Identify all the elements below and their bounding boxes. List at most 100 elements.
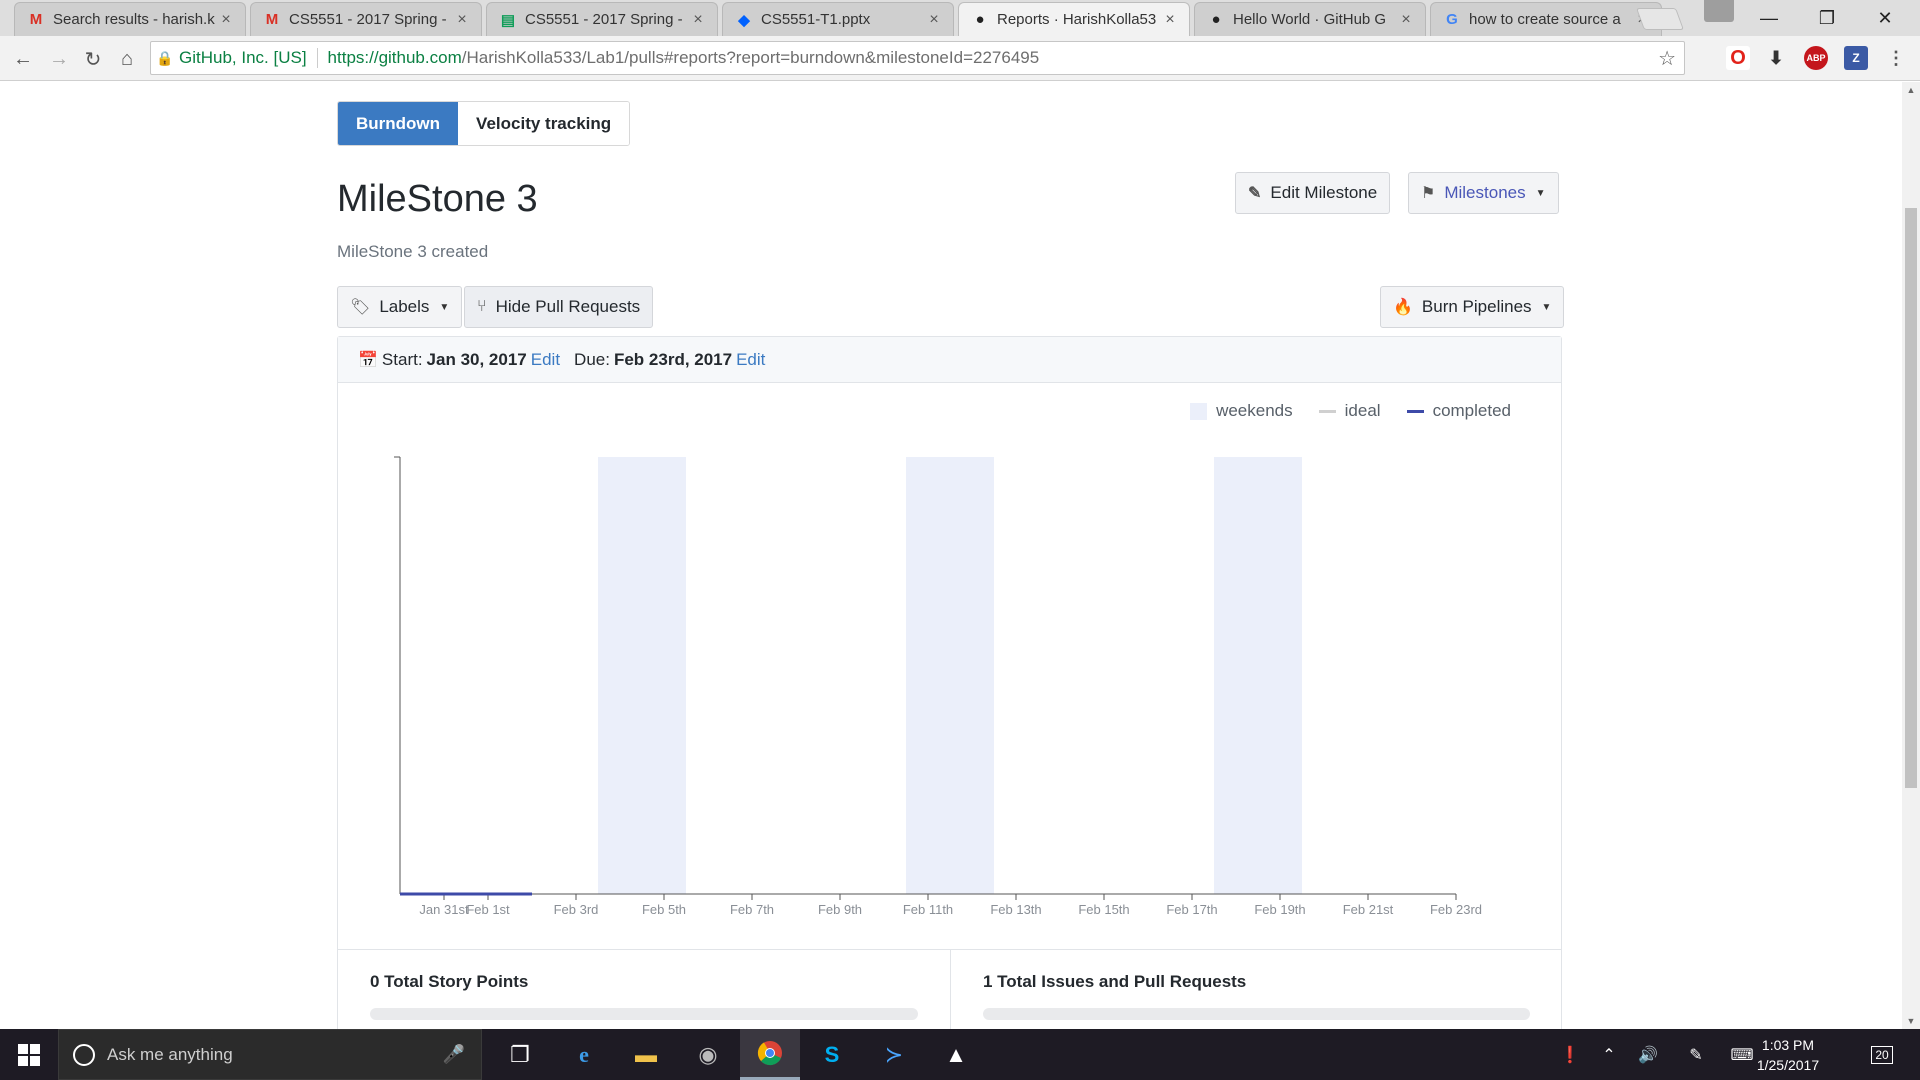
browser-tab[interactable]: M Search results - harish.k ×	[14, 2, 246, 36]
caret-down-icon: ▼	[1541, 301, 1552, 313]
report-tabs: Burndown Velocity tracking	[337, 101, 631, 146]
pen-icon[interactable]: ✎	[1678, 1029, 1714, 1080]
volume-icon[interactable]: 🔊	[1630, 1029, 1666, 1080]
notification-app-icon[interactable]: ❗	[1550, 1029, 1590, 1080]
close-tab-icon[interactable]: ×	[689, 11, 707, 29]
lock-icon: 🔒	[156, 49, 174, 66]
burndown-panel: 📅 Start: Jan 30, 2017 Edit Due: Feb 23rd…	[337, 336, 1562, 1029]
notification-count: 20	[1871, 1045, 1893, 1064]
scroll-up-icon[interactable]: ▲	[1902, 82, 1920, 98]
cortana-search-box[interactable]: Ask me anything 🎤	[58, 1029, 482, 1080]
x-tick-label: Feb 13th	[990, 902, 1041, 917]
labels-dropdown[interactable]: 🏷 Labels ▼	[337, 286, 463, 328]
edge-icon[interactable]: e	[554, 1029, 614, 1080]
milestones-dropdown[interactable]: ⚑ Milestones ▼	[1408, 172, 1559, 214]
page-content: Burndown Velocity tracking MileStone 3 M…	[0, 82, 1902, 1029]
browser-tab-title: Search results - harish.k	[53, 11, 215, 28]
close-tab-icon[interactable]: ×	[1397, 11, 1415, 29]
browser-tab-title: Hello World · GitHub G	[1233, 11, 1387, 28]
dropbox-icon: ◆	[738, 11, 750, 29]
signpost-icon: ⚑	[1421, 185, 1436, 202]
burn-pipelines-label: Burn Pipelines	[1421, 297, 1532, 316]
x-tick-label: Feb 19th	[1254, 902, 1305, 917]
adblock-icon[interactable]: ABP	[1804, 46, 1828, 70]
browser-tab-title: Reports · HarishKolla53	[997, 11, 1157, 28]
browser-tab[interactable]: M CS5551 - 2017 Spring - ×	[250, 2, 482, 36]
calendar-icon: 📅	[358, 351, 378, 369]
x-tick-label: Feb 1st	[466, 902, 510, 917]
download-extension-icon[interactable]: ⬇	[1764, 46, 1788, 70]
home-icon[interactable]: ⌂	[112, 44, 142, 74]
minimize-icon[interactable]: —	[1740, 0, 1798, 36]
x-tick-label: Feb 3rd	[554, 902, 599, 917]
browser-tab[interactable]: ● Hello World · GitHub G ×	[1194, 2, 1426, 36]
caret-down-icon: ▼	[1535, 187, 1546, 199]
edit-start-link[interactable]: Edit	[531, 350, 560, 370]
url-host: https://github.com	[327, 48, 462, 67]
chrome-menu-icon[interactable]: ⋮	[1884, 46, 1908, 70]
scroll-down-icon[interactable]: ▼	[1902, 1013, 1920, 1029]
google-icon: G	[1446, 11, 1458, 28]
gmail-icon: M	[265, 11, 279, 28]
story-points-heading: 0 Total Story Points	[370, 972, 529, 991]
microphone-icon[interactable]: 🎤	[443, 1044, 465, 1065]
close-tab-icon[interactable]: ×	[1161, 11, 1179, 29]
milestones-label: Milestones	[1444, 183, 1526, 202]
action-center-icon[interactable]: 20	[1862, 1029, 1902, 1080]
tab-velocity-tracking[interactable]: Velocity tracking	[458, 102, 630, 145]
system-clock[interactable]: 1:03 PM 1/25/2017	[1748, 1035, 1828, 1075]
browser-tab-strip: M Search results - harish.k × M CS5551 - 201…	[0, 0, 1920, 36]
profile-icon[interactable]	[1704, 0, 1734, 22]
flame-icon: 🔥	[1393, 299, 1413, 316]
edit-due-link[interactable]: Edit	[736, 350, 765, 370]
clock-date: 1/25/2017	[1756, 1057, 1820, 1073]
story-points-stat: 0 Total Story Points	[338, 950, 950, 1029]
forward-icon[interactable]: →	[44, 44, 74, 74]
windows-start-icon[interactable]	[0, 1029, 58, 1080]
browser-tab[interactable]: ● Reports · HarishKolla53 ×	[958, 2, 1190, 36]
x-tick-label: Feb 9th	[818, 902, 862, 917]
zenhub-extension-icon[interactable]: Z	[1844, 46, 1868, 70]
page-scrollbar[interactable]: ▲ ▼	[1902, 82, 1920, 1029]
file-explorer-icon[interactable]: ▬	[616, 1029, 676, 1080]
photos-icon[interactable]: ▲	[926, 1029, 986, 1080]
burndown-chart: Jan 31stFeb 1st Feb 3rd Feb 5th Feb 7th Feb …	[394, 456, 1482, 917]
browser-tab[interactable]: Ghow to create source a×	[1430, 2, 1662, 36]
labels-label: Labels	[379, 297, 430, 316]
cortana-icon	[73, 1043, 95, 1066]
browser-tab[interactable]: ▤ CS5551 - 2017 Spring - ×	[486, 2, 718, 36]
scrollbar-thumb[interactable]	[1905, 208, 1917, 788]
new-tab-button[interactable]	[1635, 8, 1685, 30]
x-tick-label: Feb 11th	[903, 902, 953, 917]
chrome-icon[interactable]	[740, 1029, 800, 1080]
tab-burndown[interactable]: Burndown	[338, 102, 459, 145]
show-hidden-icons-icon[interactable]: ⌃	[1594, 1029, 1624, 1080]
url-path: /HarishKolla533/Lab1/pulls#reports?repor…	[461, 48, 1040, 67]
due-label: Due:	[574, 349, 610, 369]
browser-toolbar: ← → ↻ ⌂ 🔒 GitHub, Inc. [US] https://gith…	[0, 36, 1920, 81]
x-tick-label: Feb 15th	[1078, 902, 1129, 917]
edit-milestone-button[interactable]: ✎ Edit Milestone	[1235, 172, 1391, 214]
powershell-icon[interactable]: ≻	[864, 1029, 924, 1080]
close-tab-icon[interactable]: ×	[217, 11, 235, 29]
close-window-icon[interactable]: ✕	[1856, 0, 1914, 36]
issues-progress	[983, 1008, 1530, 1020]
close-tab-icon[interactable]: ×	[453, 11, 471, 29]
opera-extension-icon[interactable]: O	[1726, 46, 1750, 70]
reload-icon[interactable]: ↻	[78, 44, 108, 74]
browser-tab-title: how to create source a	[1469, 11, 1621, 28]
issues-stat: 1 Total Issues and Pull Requests	[950, 950, 1562, 1029]
bookmark-star-icon[interactable]: ☆	[1658, 46, 1676, 71]
burn-pipelines-dropdown[interactable]: 🔥 Burn Pipelines ▼	[1380, 286, 1565, 328]
close-tab-icon[interactable]: ×	[925, 11, 943, 29]
browser-tab[interactable]: ◆ CS5551-T1.pptx ×	[722, 2, 954, 36]
hide-pull-requests-button[interactable]: ⑂ Hide Pull Requests	[464, 286, 654, 328]
start-date: Jan 30, 2017	[426, 349, 527, 369]
address-bar[interactable]: 🔒 GitHub, Inc. [US] https://github.com/H…	[150, 41, 1685, 75]
task-view-icon[interactable]: ❐	[490, 1029, 550, 1080]
skype-icon[interactable]: S	[802, 1029, 862, 1080]
restore-icon[interactable]: ❐	[1798, 0, 1856, 36]
back-icon[interactable]: ←	[8, 44, 38, 74]
eclipse-icon[interactable]: ◉	[678, 1029, 738, 1080]
tag-icon: 🏷	[350, 299, 371, 316]
